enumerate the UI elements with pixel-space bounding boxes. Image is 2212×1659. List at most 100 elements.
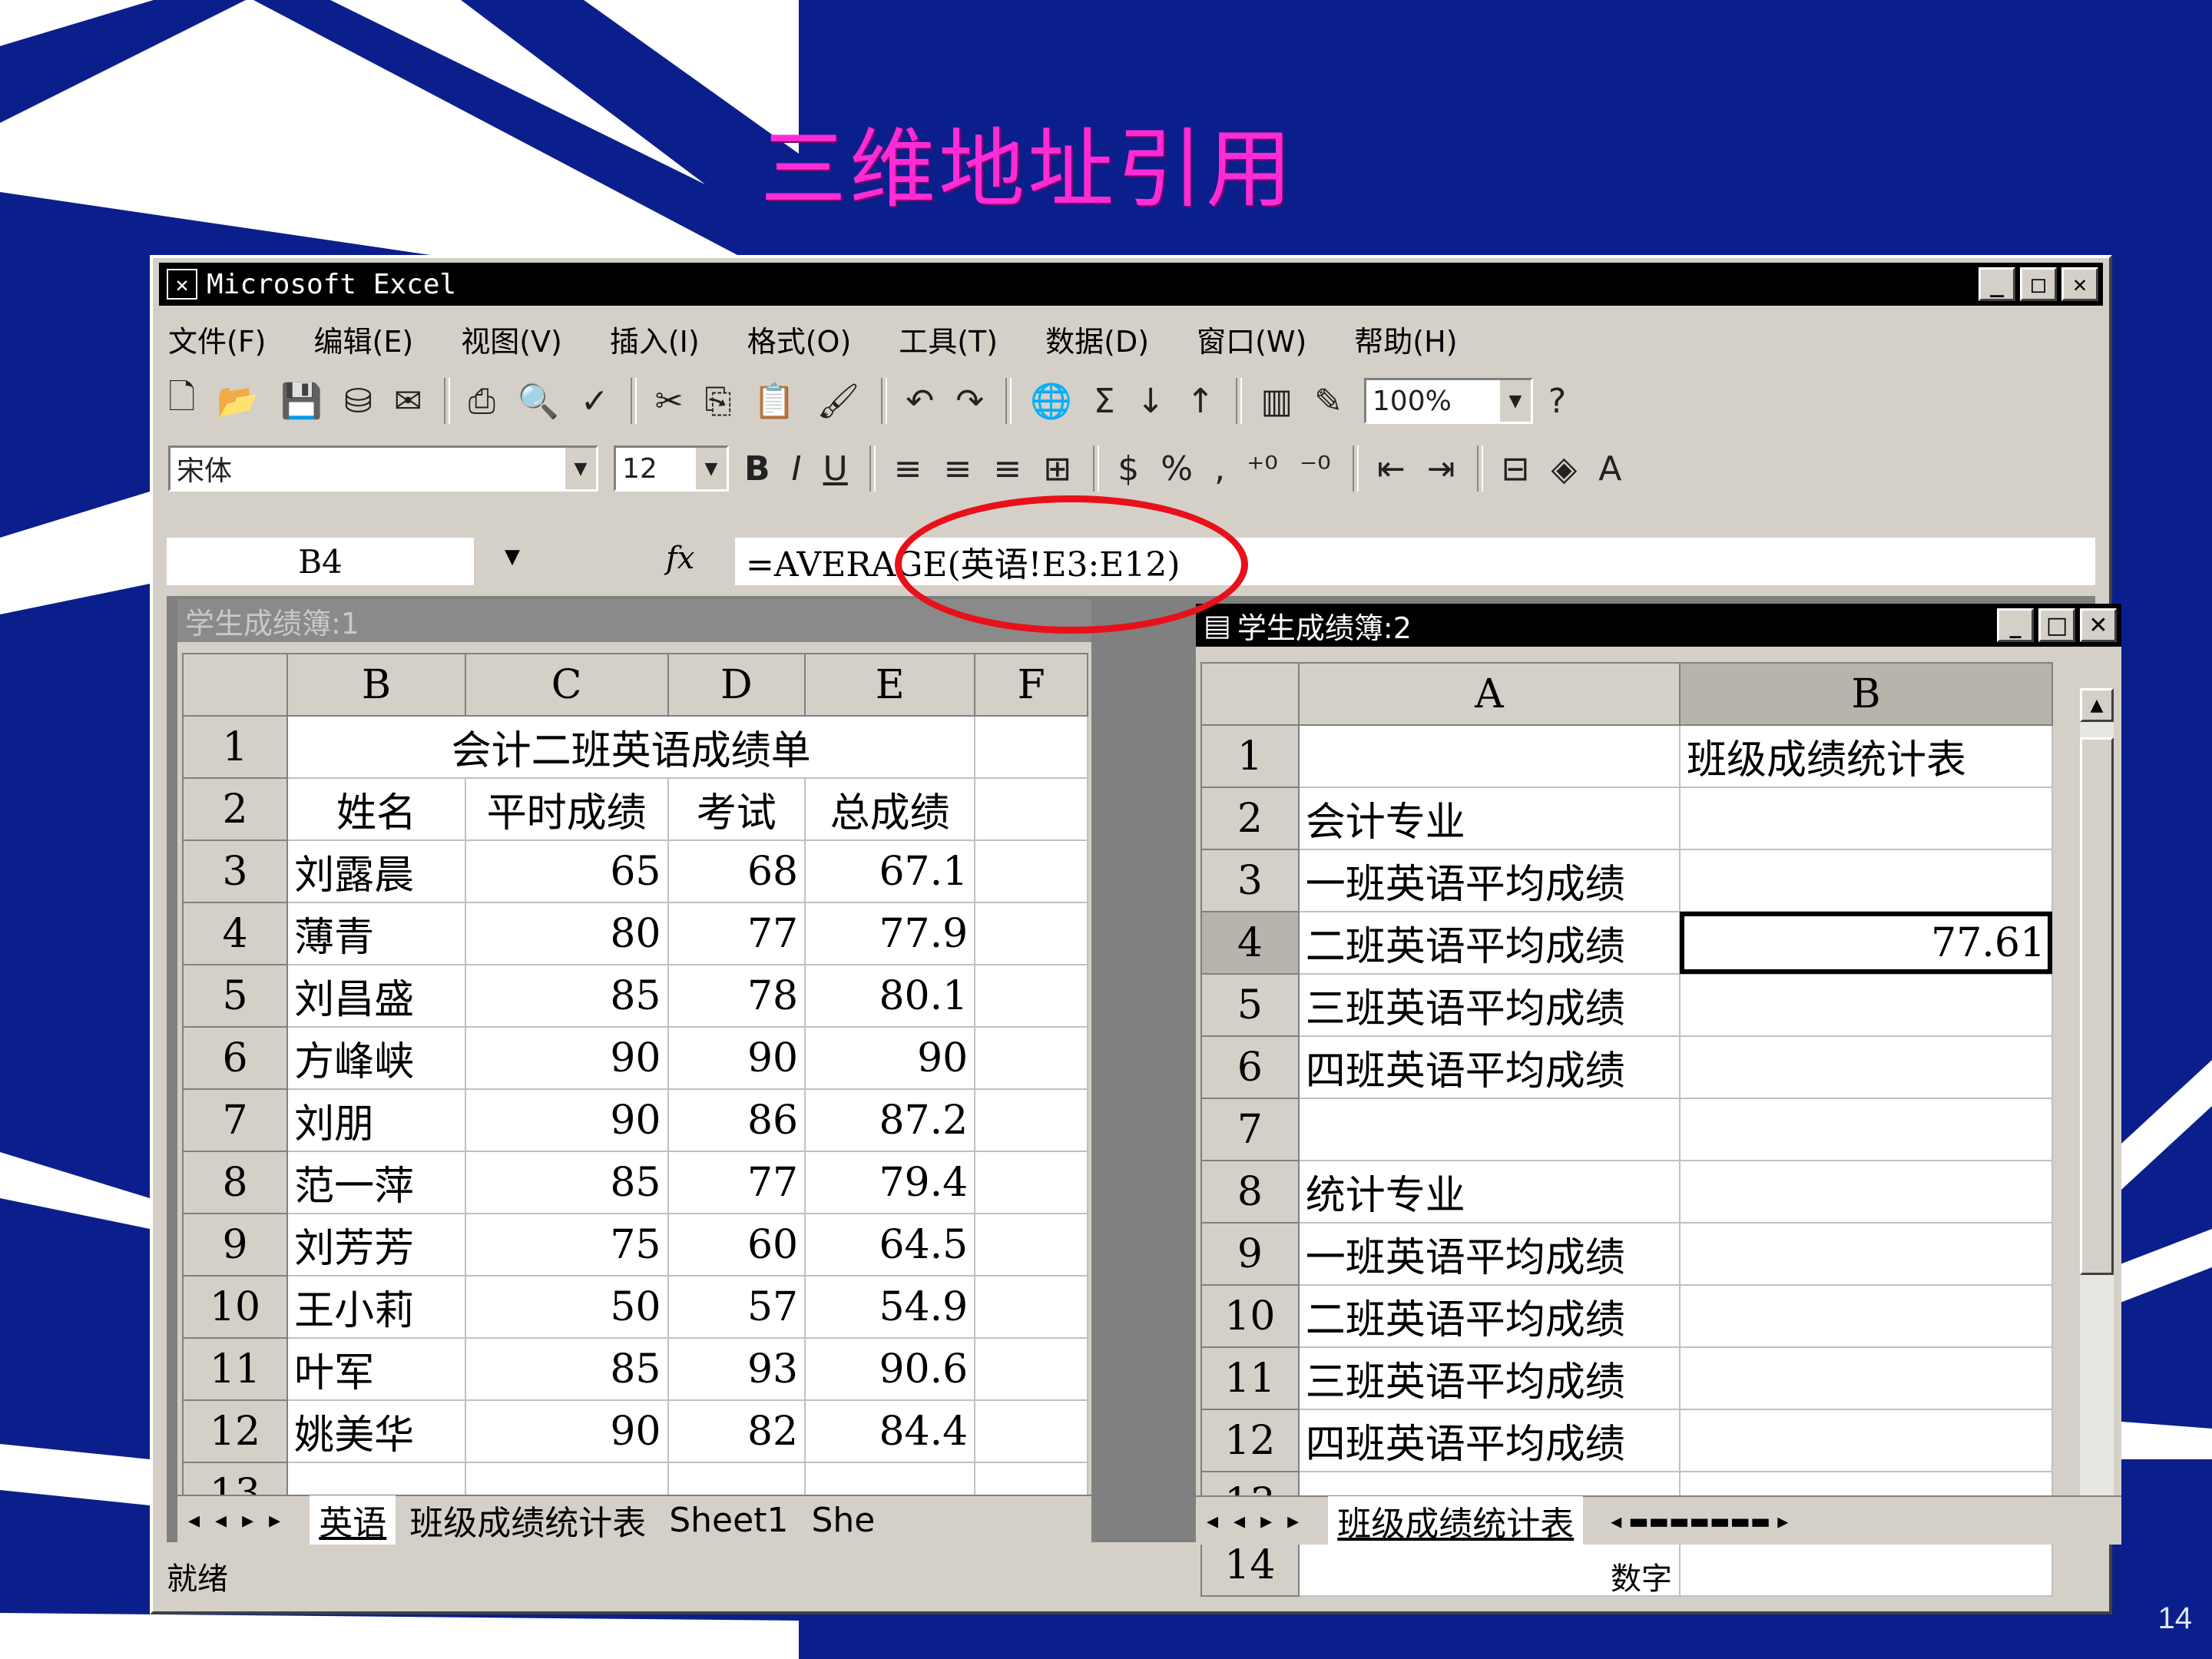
row-header[interactable]: 9: [1200, 1222, 1300, 1286]
cell[interactable]: [1678, 1098, 2054, 1161]
cell[interactable]: [974, 1337, 1088, 1401]
row-header[interactable]: 3: [181, 839, 289, 903]
row-header[interactable]: 4: [1200, 911, 1300, 975]
sheet-grid-1[interactable]: B C D E F 1 会计二班英语成绩单 2 姓名 平时成绩 考试 总成绩 3 刘露晨 65 68 67.1 4…: [181, 653, 1088, 1525]
row-header[interactable]: 2: [1200, 786, 1300, 850]
cell[interactable]: 77.61: [1678, 911, 2054, 975]
column-header-a[interactable]: A: [1297, 662, 1681, 726]
row-header[interactable]: 12: [1200, 1409, 1300, 1472]
row-header[interactable]: 11: [181, 1337, 289, 1401]
email-icon[interactable]: ✉: [394, 382, 422, 421]
cell[interactable]: 考试: [667, 777, 806, 841]
cell[interactable]: [1297, 1098, 1681, 1161]
align-left-icon[interactable]: ≡: [894, 449, 922, 488]
menu-view[interactable]: 视图(V): [461, 318, 562, 360]
scroll-up-icon[interactable]: ▲: [2080, 688, 2114, 722]
tab-sheet1[interactable]: Sheet1: [660, 1501, 797, 1540]
cell[interactable]: 刘朋: [286, 1088, 466, 1152]
minimize-button[interactable]: _: [1979, 267, 2015, 301]
spelling-icon[interactable]: ✓: [581, 382, 609, 421]
cell[interactable]: 90: [667, 1026, 806, 1090]
paste-icon[interactable]: 📋: [753, 381, 796, 421]
cell[interactable]: 84.4: [804, 1399, 976, 1463]
cell[interactable]: 80.1: [804, 964, 976, 1028]
cell[interactable]: 薄青: [286, 902, 466, 965]
tab-navigation-icon[interactable]: ◂◂▸▸: [1207, 1508, 1314, 1535]
column-header-e[interactable]: E: [804, 653, 976, 717]
cell[interactable]: [974, 1399, 1088, 1463]
select-all-corner[interactable]: [1200, 662, 1300, 726]
cell[interactable]: 方峰峡: [286, 1026, 466, 1090]
menu-help[interactable]: 帮助(H): [1354, 318, 1457, 360]
workbook-window-2[interactable]: ▤ 学生成绩簿:2 _ □ ✕ A B 1 班级成绩统计表 2 会计专业 3 一班英语平均成绩…: [1196, 604, 2121, 1597]
column-header-d[interactable]: D: [667, 653, 806, 717]
cell[interactable]: 60: [667, 1213, 806, 1277]
hyperlink-icon[interactable]: 🌐: [1030, 381, 1072, 421]
cell[interactable]: 三班英语平均成绩: [1297, 1346, 1681, 1410]
row-header[interactable]: 5: [1200, 973, 1300, 1037]
cell[interactable]: [974, 902, 1088, 965]
cell[interactable]: 57: [667, 1275, 806, 1339]
cell[interactable]: 80: [464, 902, 669, 965]
cell[interactable]: 姓名: [286, 777, 466, 841]
sheet-grid-2[interactable]: A B 1 班级成绩统计表 2 会计专业 3 一班英语平均成绩 4 二班英语平均成绩 77.61 5 三…: [1200, 662, 2054, 1597]
cell[interactable]: 班级成绩统计表: [1678, 724, 2054, 788]
column-header-b[interactable]: B: [1678, 662, 2054, 726]
font-name-select[interactable]: 宋体 ▼: [168, 445, 598, 492]
cell[interactable]: 王小莉: [286, 1275, 466, 1339]
print-icon[interactable]: ⎙: [469, 382, 495, 421]
menu-tools[interactable]: 工具(T): [899, 318, 998, 360]
fill-color-icon[interactable]: ◈: [1551, 449, 1577, 488]
chevron-down-icon[interactable]: ▼: [565, 448, 596, 489]
menu-format[interactable]: 格式(O): [747, 318, 852, 360]
row-header[interactable]: 3: [1200, 849, 1300, 912]
undo-icon[interactable]: ↶: [906, 382, 934, 421]
autosum-icon[interactable]: Σ: [1094, 382, 1115, 421]
vertical-scrollbar[interactable]: ▲: [2080, 688, 2114, 1495]
cell[interactable]: 一班英语平均成绩: [1297, 1222, 1681, 1286]
cell[interactable]: [1678, 1409, 2054, 1472]
cell[interactable]: 四班英语平均成绩: [1297, 1409, 1681, 1472]
cell[interactable]: 90: [464, 1026, 669, 1090]
select-all-corner[interactable]: [181, 653, 289, 717]
cell[interactable]: 统计专业: [1297, 1160, 1681, 1224]
scroll-thumb[interactable]: [2080, 737, 2114, 1275]
cell[interactable]: 会计二班英语成绩单: [286, 715, 976, 779]
column-header-c[interactable]: C: [464, 653, 669, 717]
minimize-button[interactable]: _: [1997, 608, 2034, 642]
cell[interactable]: 50: [464, 1275, 669, 1339]
cell[interactable]: 叶军: [286, 1337, 466, 1401]
tab-class-stats[interactable]: 班级成绩统计表: [400, 1495, 655, 1545]
cell[interactable]: [974, 1213, 1088, 1277]
row-header[interactable]: 8: [181, 1151, 289, 1214]
cell[interactable]: 90: [464, 1399, 669, 1463]
redo-icon[interactable]: ↷: [955, 382, 984, 421]
menu-window[interactable]: 窗口(W): [1197, 318, 1306, 360]
cell[interactable]: [1297, 724, 1681, 788]
cell[interactable]: 90: [804, 1026, 976, 1090]
cell[interactable]: [974, 839, 1088, 903]
chevron-down-icon[interactable]: ▼: [1499, 380, 1531, 422]
cell[interactable]: 四班英语平均成绩: [1297, 1035, 1681, 1099]
menu-insert[interactable]: 插入(I): [610, 318, 700, 360]
cell[interactable]: 67.1: [804, 839, 976, 903]
cell[interactable]: 82: [667, 1399, 806, 1463]
tab-english[interactable]: 英语: [310, 1495, 396, 1545]
increase-indent-icon[interactable]: ⇥: [1427, 449, 1455, 488]
chart-wizard-icon[interactable]: ▥: [1260, 382, 1293, 421]
percent-button[interactable]: %: [1161, 449, 1193, 488]
row-header[interactable]: 4: [181, 902, 289, 965]
cell[interactable]: 77: [667, 902, 806, 965]
zoom-select[interactable]: 100% ▼: [1363, 378, 1533, 424]
row-header[interactable]: 5: [181, 964, 289, 1028]
borders-icon[interactable]: ⊟: [1502, 449, 1530, 488]
cell[interactable]: [1678, 786, 2054, 850]
cell[interactable]: 90: [464, 1088, 669, 1152]
cell[interactable]: 75: [464, 1213, 669, 1277]
sort-descending-icon[interactable]: ↑: [1187, 382, 1215, 421]
font-color-icon[interactable]: A: [1598, 449, 1621, 488]
cell[interactable]: [1678, 1284, 2054, 1348]
row-header[interactable]: 7: [1200, 1098, 1300, 1161]
row-header[interactable]: 10: [1200, 1284, 1300, 1348]
menu-edit[interactable]: 编辑(E): [314, 318, 414, 360]
